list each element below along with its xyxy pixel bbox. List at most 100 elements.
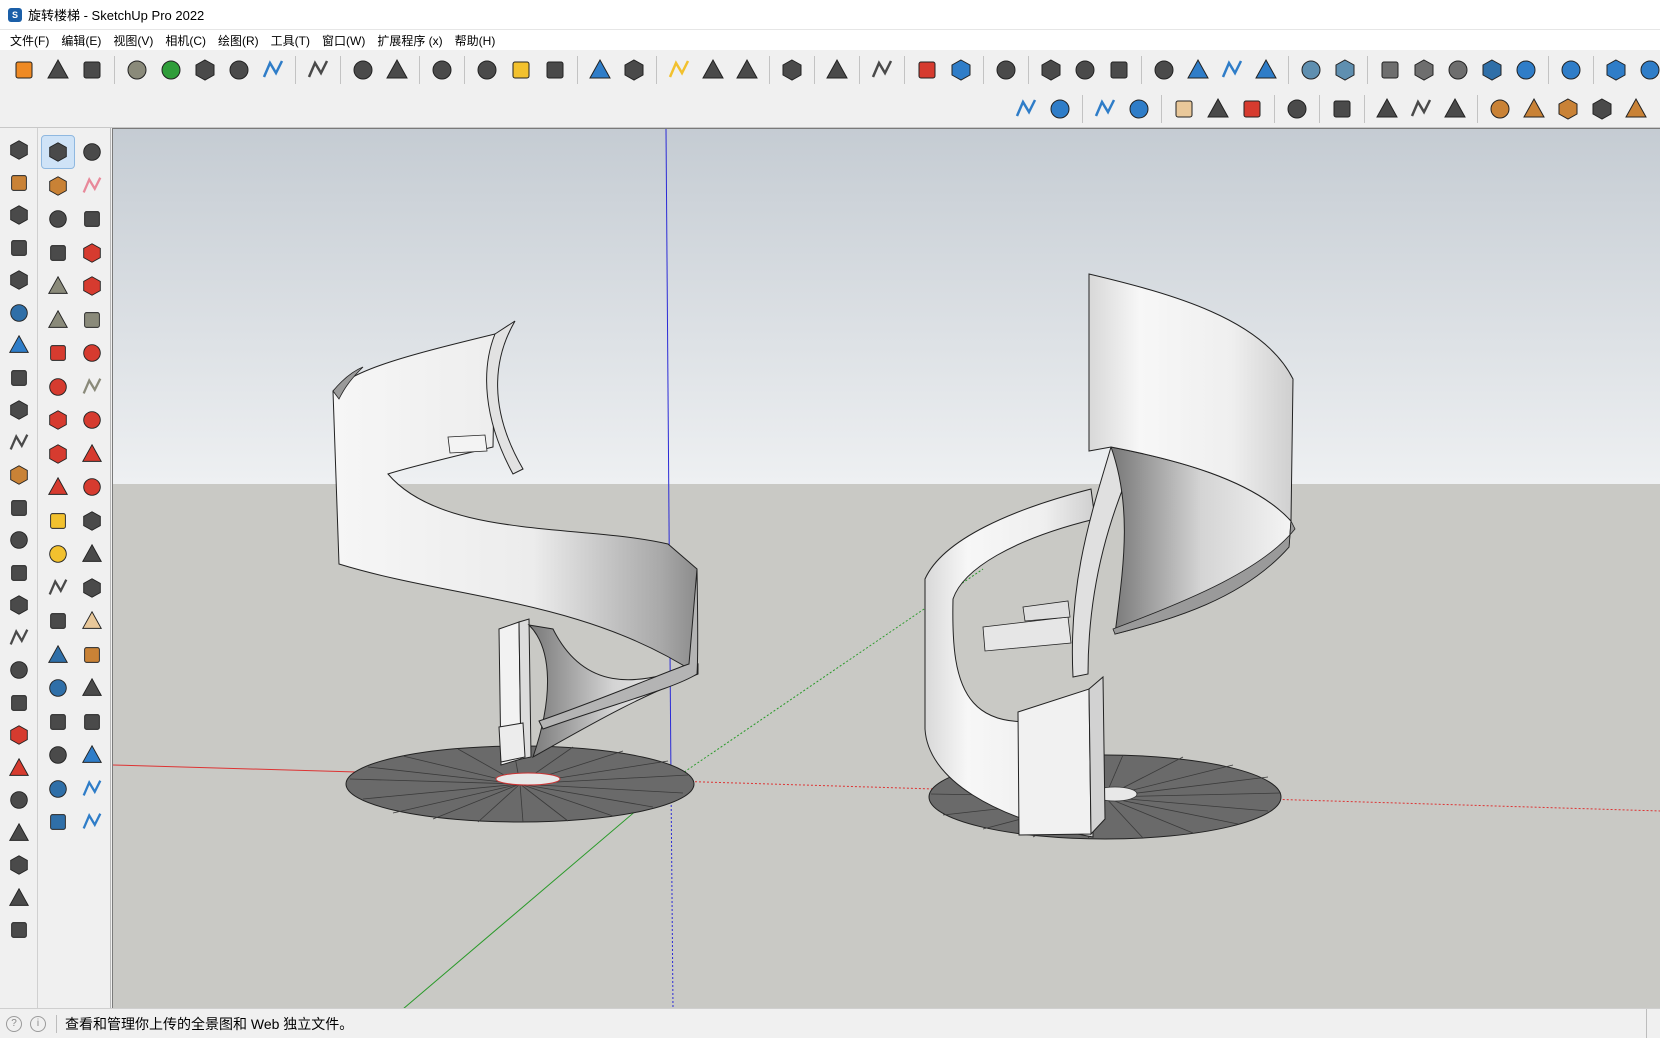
stamp-icon[interactable]	[1103, 54, 1135, 86]
hexagon-yellow-icon[interactable]	[663, 54, 695, 86]
3d-text-icon[interactable]	[76, 572, 108, 604]
menu-help[interactable]: 帮助(H)	[449, 30, 502, 51]
scene-canvas[interactable]	[113, 129, 1660, 1008]
info-circle-icon[interactable]: i	[30, 1015, 46, 1032]
section-plane-icon[interactable]	[76, 739, 108, 771]
steering-wheel-icon[interactable]	[1326, 93, 1358, 125]
arc-2pt-icon[interactable]	[76, 337, 108, 369]
house-alt-icon[interactable]	[1250, 54, 1282, 86]
look-around-icon[interactable]	[76, 706, 108, 738]
tape-measure-icon[interactable]	[42, 505, 74, 537]
contrast-icon[interactable]	[539, 54, 571, 86]
expand-icon[interactable]	[1168, 93, 1200, 125]
zoom-window-icon[interactable]	[76, 639, 108, 671]
paint-bucket-icon[interactable]	[42, 170, 74, 202]
menu-extensions[interactable]: 扩展程序 (x)	[371, 30, 448, 51]
menu-view[interactable]: 视图(V)	[107, 30, 159, 51]
orbit-3d-icon[interactable]	[76, 136, 108, 168]
menu-window[interactable]: 窗口(W)	[316, 30, 371, 51]
walk-icon[interactable]	[42, 739, 74, 771]
sync-icon[interactable]	[990, 54, 1022, 86]
ruler-tool-icon[interactable]	[1586, 93, 1618, 125]
plane-icon[interactable]	[3, 492, 35, 525]
chain-icon[interactable]	[3, 557, 35, 590]
layers-stack-icon[interactable]	[3, 297, 35, 330]
slice-icon[interactable]	[3, 622, 35, 655]
menu-edit[interactable]: 编辑(E)	[55, 30, 107, 51]
railing-alt-icon[interactable]	[3, 264, 35, 297]
cloud-wave-icon[interactable]	[1010, 93, 1042, 125]
user-icon[interactable]	[426, 54, 458, 86]
push-icon[interactable]	[3, 719, 35, 752]
menu-tools[interactable]: 工具(T)	[265, 30, 316, 51]
layers-dark-icon[interactable]	[1476, 54, 1508, 86]
cloud-share-icon[interactable]	[1044, 93, 1076, 125]
cloud-upload-icon[interactable]	[257, 54, 289, 86]
hexagon-outline-icon[interactable]	[697, 54, 729, 86]
select-arrow-icon[interactable]	[41, 135, 75, 169]
checkbox-box-icon[interactable]	[1035, 54, 1067, 86]
cut-icon[interactable]	[3, 362, 35, 395]
compass-icon[interactable]	[3, 914, 35, 947]
box-tool-icon[interactable]	[3, 784, 35, 817]
erase-tag-icon[interactable]	[821, 54, 853, 86]
measurements-box[interactable]	[1646, 1009, 1660, 1038]
3d-viewport[interactable]	[112, 128, 1660, 1008]
components-icon[interactable]	[776, 54, 808, 86]
text-label-icon[interactable]	[76, 538, 108, 570]
door-icon[interactable]	[1552, 93, 1584, 125]
gear-settings-icon[interactable]	[302, 54, 334, 86]
stairs-tool-icon[interactable]	[3, 329, 35, 362]
cloud-check-icon[interactable]	[1089, 93, 1121, 125]
pencil-slant-icon[interactable]	[1371, 93, 1403, 125]
ramp-icon[interactable]	[3, 687, 35, 720]
rectangle-blue-icon[interactable]	[584, 54, 616, 86]
move-icon[interactable]	[42, 404, 74, 436]
refresh-icon[interactable]	[42, 54, 74, 86]
lightbulb-icon[interactable]	[505, 54, 537, 86]
checker-ball-icon[interactable]	[223, 54, 255, 86]
lift-icon[interactable]	[3, 524, 35, 557]
chain-link-icon[interactable]	[1069, 54, 1101, 86]
stairs-icon[interactable]	[1600, 54, 1632, 86]
layers-add-icon[interactable]	[42, 806, 74, 838]
paint-brush-icon[interactable]	[1620, 93, 1652, 125]
chrome-icon[interactable]	[1281, 93, 1313, 125]
push-pull-icon[interactable]	[76, 404, 108, 436]
menu-camera[interactable]: 相机(C)	[159, 30, 212, 51]
pencil-line-icon[interactable]	[42, 237, 74, 269]
window-frame-icon[interactable]	[1518, 93, 1550, 125]
target-icon[interactable]	[731, 54, 763, 86]
frame-icon[interactable]	[3, 199, 35, 232]
bend-icon[interactable]	[3, 589, 35, 622]
position-camera-icon[interactable]	[42, 706, 74, 738]
mail-icon[interactable]	[347, 54, 379, 86]
measure-bracket-icon[interactable]	[1405, 93, 1437, 125]
section-settings-icon[interactable]	[76, 806, 108, 838]
grid-icon[interactable]	[3, 817, 35, 850]
component-box-icon[interactable]	[42, 203, 74, 235]
face-outline-icon[interactable]	[1374, 54, 1406, 86]
crop-icon[interactable]	[618, 54, 650, 86]
list-icon[interactable]	[471, 54, 503, 86]
axes-tool-icon[interactable]	[42, 572, 74, 604]
door-frame-icon[interactable]	[3, 167, 35, 200]
arrows-exchange-icon[interactable]	[76, 54, 108, 86]
rotated-rect-icon[interactable]	[76, 270, 108, 302]
arc-icon[interactable]	[3, 752, 35, 785]
flower-icon[interactable]	[1202, 93, 1234, 125]
zoom-extents-icon[interactable]	[42, 672, 74, 704]
tree-icon[interactable]	[155, 54, 187, 86]
axes-icon[interactable]	[1148, 54, 1180, 86]
face-plain-icon[interactable]	[1408, 54, 1440, 86]
rotate-check-icon[interactable]	[1236, 93, 1268, 125]
face-shaded-icon[interactable]	[1442, 54, 1474, 86]
section-fill-icon[interactable]	[76, 773, 108, 805]
arc-tool-icon[interactable]	[42, 337, 74, 369]
trash-blue-icon[interactable]	[945, 54, 977, 86]
cube-solid-icon[interactable]	[1295, 54, 1327, 86]
curve-arrow-icon[interactable]	[3, 394, 35, 427]
cursor-select-icon[interactable]	[1439, 93, 1471, 125]
book-icon[interactable]	[3, 882, 35, 915]
face-blue-icon[interactable]	[1510, 54, 1542, 86]
